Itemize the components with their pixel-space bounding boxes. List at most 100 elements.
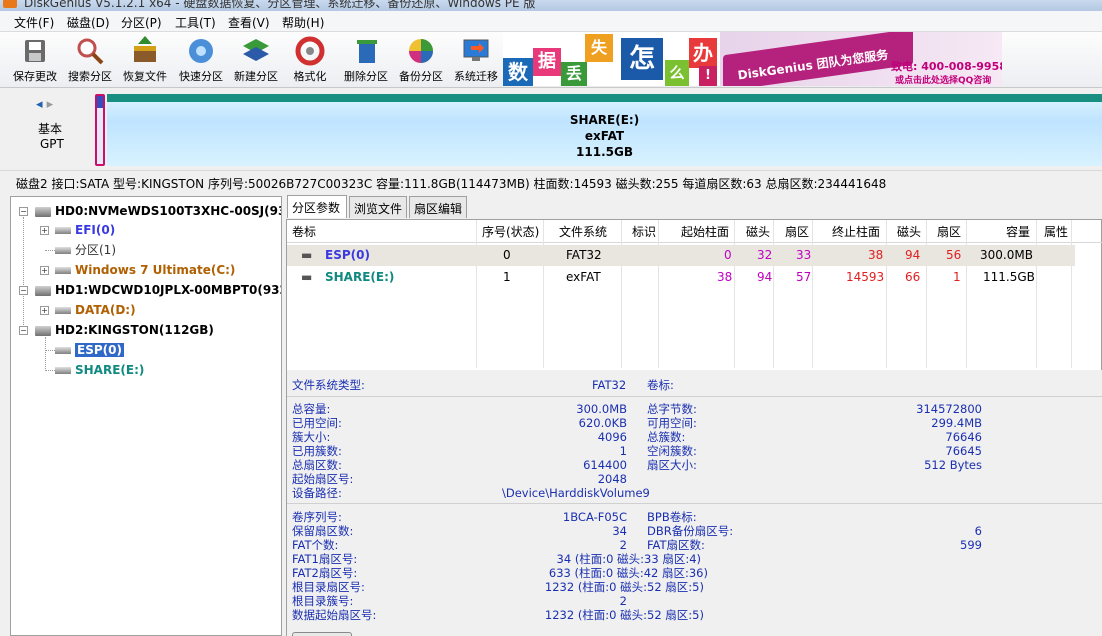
collapse-icon[interactable]: − [19,286,28,295]
col-header[interactable]: 扇区 [937,222,961,243]
tree-disk-hd1[interactable]: HD1:WDCWD10JPLX-00MBPT0(932G [35,282,281,298]
search-partition-button[interactable]: 搜索分区 [64,34,116,86]
col-header[interactable]: 容量 [1006,222,1030,243]
recover-files-button[interactable]: 恢复文件 [119,34,171,86]
tree-part-share[interactable]: SHARE(E:) [55,362,144,378]
prop-value: 599 [960,538,982,552]
delete-partition-button[interactable]: 删除分区 [340,34,392,86]
collapse-icon[interactable]: − [19,207,28,216]
col-header[interactable]: 起始柱面 [681,222,729,243]
analyze-button[interactable] [292,632,352,636]
tab-partition-params[interactable]: 分区参数 [287,195,347,218]
ad-banner[interactable]: 数 据 丢 失 怎 么 办 ! DiskGenius 团队为您服务 致电: 40… [503,32,1002,86]
banner-char: 办 [689,38,717,68]
tab-sector-edit[interactable]: 扇区编辑 [409,196,467,218]
app-icon [3,0,17,8]
prop-value: 633 (柱面:0 磁头:42 扇区:36) [548,566,708,580]
system-migration-button[interactable]: 系统迁移 [450,34,502,86]
hard-disk-icon [35,285,51,296]
expand-icon[interactable]: + [40,226,49,235]
prop-label: BPB卷标: [647,510,697,524]
expand-icon[interactable]: + [40,266,49,275]
window-title: DiskGenius V5.1.2.1 x64 - 硬盘数据恢复、分区管理、系统… [24,0,536,10]
menu-view[interactable]: 查看(V) [228,14,270,31]
share-partition-block[interactable]: SHARE(E:) exFAT 111.5GB [107,94,1102,166]
menu-partition[interactable]: 分区(P) [121,14,162,31]
prop-label: FAT扇区数: [647,538,705,552]
prop-label: 空闲簇数: [647,444,697,458]
menu-file[interactable]: 文件(F) [14,14,54,31]
col-header[interactable]: 属性 [1044,222,1068,243]
disk-type-gpt: GPT [40,137,64,151]
prop-value: 614400 [583,458,627,472]
nav-right-icon[interactable]: ▸ [47,97,54,112]
col-header[interactable]: 文件系统 [559,222,607,243]
disk-nav[interactable]: ◂ ▸ [36,97,53,112]
prop-value: 1232 (柱面:0 磁头:52 扇区:5) [544,608,704,622]
tree-part-data[interactable]: DATA(D:) [55,302,136,318]
menu-disk[interactable]: 磁盘(D) [67,14,110,31]
prop-label: 总扇区数: [292,458,342,472]
prop-value: FAT32 [592,378,627,392]
partition-panel: 卷标 序号(状态) 文件系统 标识 起始柱面 磁头 扇区 终止柱面 磁头 扇区 … [286,219,1102,636]
prop-label: FAT2扇区号: [292,566,358,580]
prop-label: 总字节数: [647,402,697,416]
backup-partition-button[interactable]: 备份分区 [395,34,447,86]
col-header[interactable]: 卷标 [292,222,316,243]
expand-icon[interactable]: + [40,306,49,315]
format-button[interactable]: 格式化 [288,34,332,86]
prop-value: \Device\HarddiskVolume9 [502,486,650,500]
col-header[interactable]: 磁头 [897,222,921,243]
prop-value: 512 Bytes [924,458,982,472]
save-changes-button[interactable]: 保存更改 [10,34,60,86]
tree-part-efi[interactable]: EFI(0) [55,222,115,238]
table-row[interactable]: ▬ SHARE(E:) 1 exFAT 38 94 57 14593 66 1 … [287,267,1075,288]
col-header[interactable]: 扇区 [785,222,809,243]
partition-icon [55,307,71,314]
prop-value: 4096 [597,430,627,444]
quick-partition-button[interactable]: 快速分区 [175,34,227,86]
col-header[interactable]: 终止柱面 [832,222,880,243]
prop-label: 根目录簇号: [292,594,354,608]
col-header[interactable]: 磁头 [746,222,770,243]
col-header[interactable]: 标识 [632,222,656,243]
prop-label: 设备路径: [292,486,342,500]
tree-part-1[interactable]: 分区(1) [55,242,116,258]
prop-label: 卷序列号: [292,510,342,524]
partition-name: SHARE(E:) [569,113,640,127]
partition-icon: ▬ [301,270,313,284]
save-icon [20,36,50,66]
partition-icon [55,367,71,374]
partition-table: 卷标 序号(状态) 文件系统 标识 起始柱面 磁头 扇区 终止柱面 磁头 扇区 … [287,220,1102,368]
nav-left-icon[interactable]: ◂ [36,97,43,112]
col-header[interactable]: 序号(状态) [482,222,539,243]
table-row[interactable]: ▬ ESP(0) 0 FAT32 0 32 33 38 94 56 300.0M… [287,245,1075,266]
tree-disk-hd0[interactable]: HD0:NVMeWDS100T3XHC-00SJ(932G [35,203,281,219]
prop-value: 34 (柱面:0 磁头:33 扇区:4) [556,552,701,566]
hard-disk-icon [35,206,51,217]
partition-properties: 文件系统类型: FAT32 卷标: 总容量: 已用空间: 簇大小: 已用簇数: … [287,370,1102,636]
banner-qq: 或点击此处选择QQ咨询 [895,76,992,86]
prop-value: 299.4MB [931,416,982,430]
new-partition-button[interactable]: 新建分区 [230,34,282,86]
collapse-icon[interactable]: − [19,326,28,335]
prop-label: 总容量: [292,402,331,416]
migration-icon [461,36,491,66]
tree-part-esp-selected[interactable]: ESP(0) [55,342,124,358]
quick-partition-icon [186,36,216,66]
prop-label: 已用空间: [292,416,342,430]
tree-part-win7[interactable]: Windows 7 Ultimate(C:) [55,262,235,278]
menu-tools[interactable]: 工具(T) [175,14,216,31]
esp-partition-block[interactable] [95,94,105,166]
tab-browse-files[interactable]: 浏览文件 [349,196,407,218]
tree-disk-hd2[interactable]: HD2:KINGSTON(112GB) [35,322,214,338]
menu-bar: 文件(F) 磁盘(D) 分区(P) 工具(T) 查看(V) 帮助(H) [0,11,1102,32]
disk-info-bar: 磁盘2 接口:SATA 型号:KINGSTON 序列号:50026B727C00… [0,170,1102,192]
prop-label: 文件系统类型: [292,378,365,392]
menu-help[interactable]: 帮助(H) [282,14,324,31]
disk-map: ◂ ▸ 基本 GPT SHARE(E:) exFAT 111.5GB [0,89,1102,169]
disk-type-basic: 基本 [38,122,63,136]
prop-label: 起始扇区号: [292,472,354,486]
prop-value: 1232 (柱面:0 磁头:52 扇区:5) [544,580,704,594]
partition-fs: exFAT [584,129,625,143]
